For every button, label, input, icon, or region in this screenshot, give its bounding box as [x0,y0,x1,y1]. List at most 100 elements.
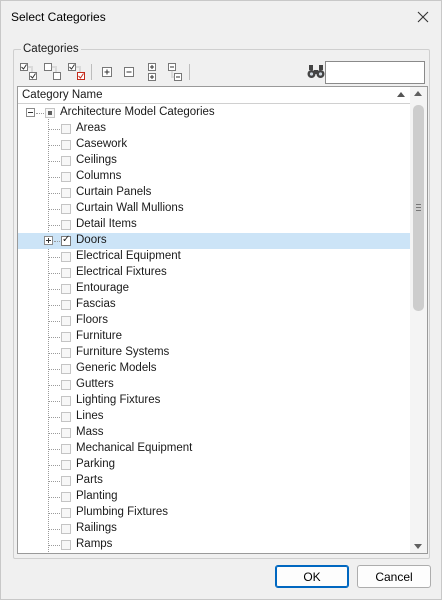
tree-connector [49,177,60,178]
tree-item-row[interactable]: Furniture Systems [18,345,410,361]
expand-all-icon [148,63,156,81]
item-checkbox[interactable] [61,396,71,406]
tree-item-row[interactable]: Doors [18,233,410,249]
uncheck-all-icon [44,63,61,80]
categories-group-label: Categories [21,43,81,55]
tree-item-row[interactable]: Parts [18,473,410,489]
tree-item-label: Generic Models [76,362,157,374]
tree-item-label: Mechanical Equipment [76,442,193,454]
tree-connector [49,193,60,194]
tree-connector [49,433,60,434]
scrollbar-thumb[interactable] [413,105,424,311]
tree-item-row[interactable]: Lines [18,409,410,425]
item-checkbox[interactable] [61,524,71,534]
item-checkbox[interactable] [61,284,71,294]
item-checkbox[interactable] [61,172,71,182]
scroll-up-arrow-icon[interactable] [414,91,422,96]
tree-connector [49,321,60,322]
tree-item-row[interactable]: Fascias [18,297,410,313]
tree-item-label: Curtain Wall Mullions [76,202,184,214]
tree-item-row[interactable]: Curtain Wall Mullions [18,201,410,217]
tree-connector [49,337,60,338]
item-checkbox[interactable] [61,234,71,246]
category-tree[interactable]: Category Name Architecture Model Categor… [17,86,428,554]
expand-button[interactable] [96,61,118,83]
item-checkbox[interactable] [61,492,71,502]
tree-item-row[interactable]: Casework [18,137,410,153]
tree-connector [49,497,60,498]
tree-item-label: Mass [76,426,104,438]
tree-item-label: Detail Items [76,218,137,230]
item-checkbox[interactable] [61,476,71,486]
item-checkbox[interactable] [61,364,71,374]
tree-item-label: Doors [76,234,107,246]
expand-toggle-icon[interactable] [44,236,53,245]
item-checkbox[interactable] [61,300,71,310]
tree-item-row[interactable]: Curtain Panels [18,185,410,201]
check-all-button[interactable] [18,61,40,83]
tree-item-row[interactable]: Mechanical Equipment [18,441,410,457]
uncheck-all-button[interactable] [42,61,64,83]
item-checkbox[interactable] [61,444,71,454]
item-checkbox[interactable] [61,332,71,342]
item-checkbox[interactable] [61,540,71,550]
column-header-category-name[interactable]: Category Name [18,87,410,104]
item-checkbox[interactable] [61,460,71,470]
tree-root-row[interactable]: Architecture Model Categories [18,105,410,121]
scroll-down-arrow-icon[interactable] [414,544,422,549]
tree-item-row[interactable]: Furniture [18,329,410,345]
item-checkbox[interactable] [61,428,71,438]
tree-item-row[interactable]: Detail Items [18,217,410,233]
tree-item-row[interactable]: Columns [18,169,410,185]
ok-button[interactable]: OK [275,565,349,588]
item-checkbox[interactable] [61,124,71,134]
toolbar-separator [189,64,190,80]
tree-item-row[interactable]: Areas [18,121,410,137]
item-checkbox[interactable] [61,348,71,358]
tree-item-row[interactable]: Plumbing Fixtures [18,505,410,521]
tree-item-label: Lighting Fixtures [76,394,161,406]
item-checkbox[interactable] [61,380,71,390]
item-checkbox[interactable] [61,508,71,518]
tree-item-label: Furniture Systems [76,346,170,358]
tree-item-row[interactable]: Electrical Fixtures [18,265,410,281]
tree-item-row[interactable]: Entourage [18,281,410,297]
tree-item-row[interactable]: Planting [18,489,410,505]
expand-all-button[interactable] [142,61,164,83]
vertical-scrollbar[interactable] [410,87,427,553]
item-checkbox[interactable] [61,268,71,278]
close-icon [417,11,429,23]
search-input[interactable] [325,61,425,84]
item-checkbox[interactable] [61,220,71,230]
item-checkbox[interactable] [61,412,71,422]
tree-item-row[interactable]: Lighting Fixtures [18,393,410,409]
tree-item-row[interactable]: Mass [18,425,410,441]
column-header-label: Category Name [22,89,103,101]
binoculars-icon[interactable] [307,64,325,80]
invert-check-icon [68,63,85,80]
item-checkbox[interactable] [61,204,71,214]
collapse-toggle-icon[interactable] [26,108,35,117]
tree-item-row[interactable]: Gutters [18,377,410,393]
collapse-all-button[interactable] [164,61,186,83]
item-checkbox[interactable] [61,188,71,198]
item-checkbox[interactable] [61,156,71,166]
item-checkbox[interactable] [61,140,71,150]
tree-item-row[interactable]: Ramps [18,537,410,553]
tree-item-row[interactable]: Floors [18,313,410,329]
collapse-button[interactable] [118,61,140,83]
tree-item-row[interactable]: Electrical Equipment [18,249,410,265]
tree-connector [49,545,60,546]
root-tristate-checkbox[interactable] [45,108,55,118]
tree-item-row[interactable]: Parking [18,457,410,473]
tree-item-row[interactable]: Railings [18,521,410,537]
cancel-button[interactable]: Cancel [357,565,431,588]
item-checkbox[interactable] [61,316,71,326]
invert-check-button[interactable] [66,61,88,83]
tree-connector [49,481,60,482]
tree-item-row[interactable]: Generic Models [18,361,410,377]
item-checkbox[interactable] [61,252,71,262]
tree-item-row[interactable]: Ceilings [18,153,410,169]
window-title: Select Categories [11,10,106,24]
close-button[interactable] [411,5,435,29]
